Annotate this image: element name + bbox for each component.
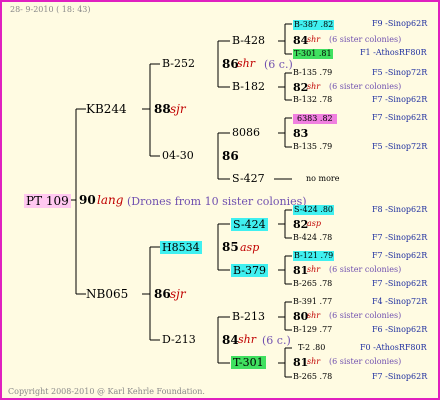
g4-id-8: B-135 .79 [293,142,333,151]
g4-breeder-17: shr [307,311,321,320]
g4-id-13: B-121 .79 [293,251,335,261]
g2-breeder-2: asp [240,241,260,254]
copyright-footer: Copyright 2008-2010 @ Karl Kehrle Founda… [8,387,205,396]
g4-code-21: F7 -Sinop62R [372,372,428,381]
g4-id-3: B-135 .79 [293,68,333,77]
g4-id-19: T-2 .80 [298,343,326,352]
g1-breeder-1: sjr [170,287,186,301]
g4-code-8: F5 -Sinop72R [372,142,428,151]
g3-id-0: B-428 [232,34,265,47]
g4-id-15: B-265 .78 [293,279,333,288]
g3-id-2: 8086 [232,126,260,139]
g1-id-0: KB244 [86,102,127,116]
g4-id-21: B-265 .78 [293,372,333,381]
g4-note-17: (6 sister colonies) [329,311,402,320]
g4-note-1: (6 sister colonies) [329,35,402,44]
g4-note-4: (6 sister colonies) [329,82,402,91]
pedigree-frame: 28- 9-2010 ( 18: 43) PT 109 90 lang (Dro… [0,0,440,400]
g4-code-19: F0 -AthosRF80R [360,343,427,352]
g4-code-18: F6 -Sinop62R [372,325,428,334]
root-id: PT 109 [24,194,71,208]
g2-id-0: B-252 [162,57,195,70]
g1-id-1: NB065 [86,287,129,301]
g4-id-16: B-391 .77 [293,297,333,306]
g2-id-3: D-213 [162,333,196,346]
header-date: 28- 9-2010 ( 18: 43) [10,5,91,14]
g4-id-6: 6383 .82 [293,114,337,124]
g1-number-1: 86 [154,287,171,301]
g2-note-0: (6 c.) [264,58,293,71]
g4-breeder-4: shr [307,82,321,91]
root-number: 90 [79,193,96,207]
g4-breeder-14: shr [307,265,321,274]
g2-id-2: H8534 [160,241,202,254]
g4-breeder-1: shr [307,35,321,44]
g4-code-16: F4 -Sinop72R [372,297,428,306]
g2-breeder-3: shr [238,333,256,346]
g4-id-18: B-129 .77 [293,325,333,334]
g4-code-10: F8 -Sinop62R [372,205,428,214]
g4-code-15: F7 -Sinop62R [372,279,428,288]
g2-number-3: 84 [222,333,239,347]
g4-code-5: F7 -Sinop62R [372,95,428,104]
g4-breeder-20: shr [307,357,321,366]
g3-id-1: B-182 [232,80,265,93]
g4-id-12: B-424 .78 [293,233,333,242]
g4-code-3: F5 -Sinop72R [372,68,428,77]
g4-code-13: F7 -Sinop62R [372,251,428,260]
g4-code-12: F7 -Sinop62R [372,233,428,242]
g4-note-14: (6 sister colonies) [329,265,402,274]
root-breeder: lang [97,193,124,207]
root-note: (Drones from 10 sister colonies) [127,195,307,208]
g4-breeder-11: asp [307,219,321,228]
g3-id-3: S-427 [232,172,265,185]
g3-id-7: T-301 [231,356,266,369]
g1-number-0: 88 [154,102,171,116]
g4-code-2: F1 -AthosRF80R [360,48,427,57]
g4-number-7: 83 [293,127,309,140]
g4-code-6: F7 -Sinop62R [372,113,428,122]
g4-note-20: (6 sister colonies) [329,357,402,366]
g4-id-0: B-387 .82 [293,20,335,30]
g4-id-10: S-424 .80 [293,205,335,215]
g2-id-1: 04-30 [162,149,194,162]
g3-id-6: B-213 [232,310,265,323]
g4-id-5: B-132 .78 [293,95,333,104]
g2-number-1: 86 [222,149,239,163]
g2-number-2: 85 [222,240,239,254]
g2-note-3: (6 c.) [262,334,291,347]
g3-id-5: B-379 [231,264,268,277]
g3-id-4: S-424 [231,218,268,231]
g4-code-0: F9 -Sinop62R [372,19,428,28]
g1-breeder-0: sjr [170,102,186,116]
g2-breeder-0: shr [237,57,255,70]
g4-id-2: T-301 .81 [293,49,333,59]
g4-text-9: no more [306,174,340,183]
